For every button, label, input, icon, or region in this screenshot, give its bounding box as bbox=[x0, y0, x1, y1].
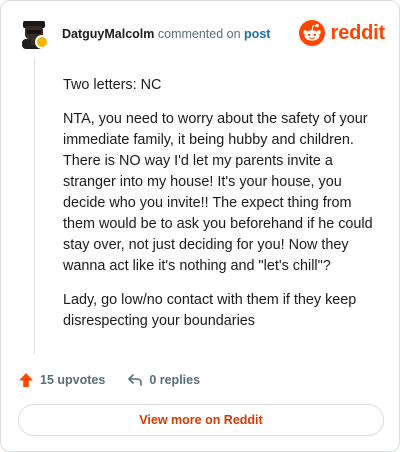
comment-embed-card: DatguyMalcolm commented on post reddit T… bbox=[0, 0, 400, 452]
comment-header: DatguyMalcolm commented on post reddit bbox=[17, 17, 387, 53]
post-link[interactable]: post bbox=[244, 27, 270, 41]
comment-meta: DatguyMalcolm commented on post bbox=[62, 26, 270, 42]
upvote-arrow-icon bbox=[19, 373, 33, 387]
avatar-badge bbox=[35, 35, 49, 49]
username-link[interactable]: DatguyMalcolm bbox=[62, 27, 154, 41]
reddit-wordmark: reddit bbox=[330, 21, 386, 44]
reddit-logo[interactable]: reddit bbox=[298, 19, 386, 47]
thread-line bbox=[34, 59, 35, 355]
upvote-button[interactable]: 15 upvotes bbox=[18, 372, 105, 388]
reply-arrow-icon bbox=[128, 374, 143, 386]
commented-on-text: commented on bbox=[157, 27, 241, 41]
view-more-button[interactable]: View more on Reddit bbox=[18, 404, 384, 436]
reddit-snoo-icon bbox=[298, 20, 325, 46]
comment-paragraph: NTA, you need to worry about the safety … bbox=[63, 111, 373, 274]
comment-paragraph: Lady, go low/no contact with them if the… bbox=[63, 292, 357, 329]
upvote-count: 15 upvotes bbox=[40, 373, 106, 387]
avatar[interactable] bbox=[17, 17, 51, 51]
comment-body: Two letters: NC NTA, you need to worry a… bbox=[63, 75, 383, 345]
comment-paragraph: Two letters: NC bbox=[63, 77, 162, 93]
reply-button[interactable]: 0 replies bbox=[127, 372, 200, 388]
comment-actions: 15 upvotes 0 replies bbox=[18, 369, 200, 391]
reply-count: 0 replies bbox=[149, 373, 201, 387]
